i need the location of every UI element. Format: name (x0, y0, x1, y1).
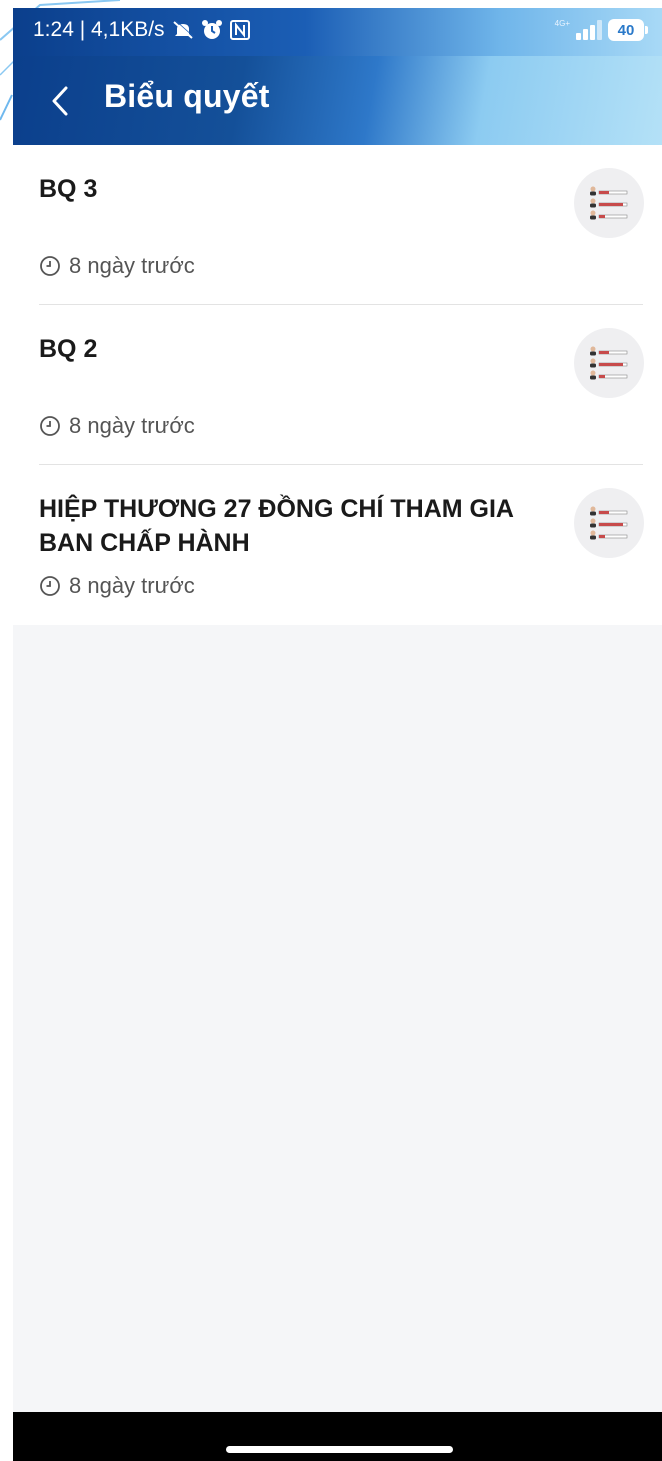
clock-icon (40, 576, 60, 596)
status-bar: 1:24 | 4,1KB/s 4G+ 40 (13, 8, 662, 56)
clock-icon (40, 416, 60, 436)
back-button[interactable] (35, 76, 85, 126)
chevron-left-icon (52, 86, 68, 116)
vote-list-icon (574, 168, 644, 238)
page-title: Biểu quyết (104, 78, 270, 114)
battery-level: 40 (617, 21, 635, 39)
vote-item-time: 8 ngày trước (39, 253, 195, 279)
vote-item-time-text: 8 ngày trước (69, 253, 195, 278)
signal-icon (576, 20, 602, 40)
network-label: 4G+ (554, 18, 570, 28)
vote-list: BQ 3 8 ngày trước BQ 2 8 ngày trước HIỆP… (13, 145, 662, 625)
app-header: Biểu quyết (13, 56, 662, 145)
screen: 1:24 | 4,1KB/s 4G+ 40 Biểu quyết BQ 3 8 … (0, 0, 662, 1461)
vote-item-time: 8 ngày trước (39, 413, 195, 439)
vote-item-title: BQ 2 (39, 335, 98, 363)
vote-item-title: HIỆP THƯƠNG 27 ĐỒNG CHÍ THAM GIA BAN CHẤ… (39, 495, 514, 557)
nfc-icon (229, 20, 250, 40)
vote-item-time-text: 8 ngày trước (69, 573, 195, 598)
status-left: 1:24 | 4,1KB/s (33, 18, 251, 42)
vote-item-time-text: 8 ngày trước (69, 413, 195, 438)
mute-icon (172, 20, 194, 39)
vote-item[interactable]: BQ 2 8 ngày trước (13, 305, 662, 465)
vote-list-icon (574, 488, 644, 558)
alarm-icon (201, 20, 222, 39)
vote-list-icon (574, 328, 644, 398)
status-time-speed: 1:24 | 4,1KB/s (33, 18, 165, 41)
battery-indicator: 40 (608, 19, 648, 41)
home-gesture-bar[interactable] (226, 1446, 453, 1453)
vote-item-time: 8 ngày trước (39, 573, 195, 599)
vote-item[interactable]: HIỆP THƯƠNG 27 ĐỒNG CHÍ THAM GIA BAN CHẤ… (13, 465, 662, 625)
vote-item[interactable]: BQ 3 8 ngày trước (13, 145, 662, 305)
clock-icon (40, 256, 60, 276)
status-right: 4G+ 40 (554, 18, 648, 41)
app-window: 1:24 | 4,1KB/s 4G+ 40 Biểu quyết BQ 3 8 … (13, 8, 662, 1412)
system-nav-bar (13, 1412, 662, 1461)
vote-item-title: BQ 3 (39, 175, 98, 203)
